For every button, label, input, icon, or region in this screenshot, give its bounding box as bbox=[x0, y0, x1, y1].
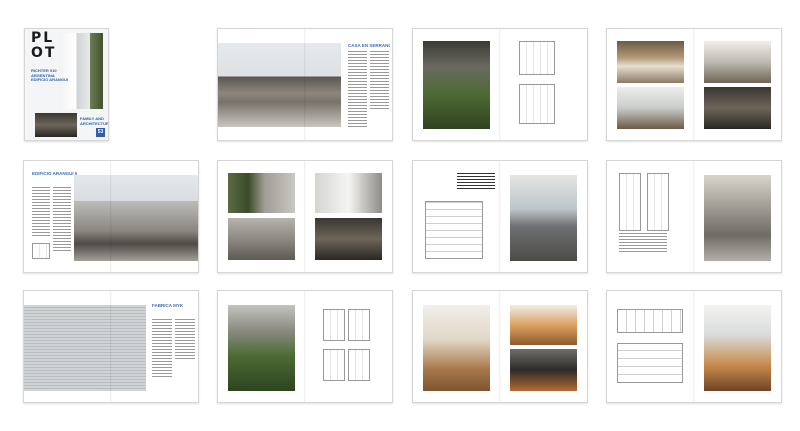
article-title: FABRICA MYK bbox=[152, 303, 184, 308]
interior-photo bbox=[228, 218, 295, 260]
interior-photo bbox=[617, 41, 684, 83]
plan-drawing bbox=[348, 309, 370, 341]
workspace-photo bbox=[510, 305, 577, 345]
spread-patio[interactable] bbox=[217, 290, 393, 403]
article-text bbox=[370, 51, 389, 111]
interior-photo bbox=[704, 305, 771, 391]
spread-casa-serrano[interactable]: CASA EN SERRANO bbox=[217, 28, 393, 141]
workspace-photo bbox=[423, 305, 490, 391]
article-text bbox=[152, 319, 172, 379]
article-text bbox=[457, 173, 495, 191]
magazine-cover[interactable]: PL OT RICHTER 910 ARGENTINA EDIFICIO ARA… bbox=[24, 28, 109, 141]
cover-headline: RICHTER 910 ARGENTINA EDIFICIO ARANGUI bbox=[31, 68, 68, 82]
spread-workspace[interactable] bbox=[412, 290, 588, 403]
elevation-drawing bbox=[619, 173, 641, 231]
article-text bbox=[348, 51, 367, 129]
floor-plan-drawing bbox=[519, 84, 555, 124]
interior-photo bbox=[704, 87, 771, 129]
section-drawing bbox=[617, 309, 683, 333]
cover-photo bbox=[59, 33, 103, 109]
article-text bbox=[619, 233, 667, 253]
floor-plan-drawing bbox=[519, 41, 555, 75]
interior-photo bbox=[704, 41, 771, 83]
article-text bbox=[53, 187, 71, 253]
building-street-photo bbox=[74, 175, 198, 261]
interior-photo bbox=[228, 173, 295, 213]
facade-photo bbox=[704, 175, 771, 261]
street-house-photo bbox=[218, 43, 341, 127]
article-text bbox=[175, 319, 195, 359]
article-title: EDIFICIO ARANGUI 578 bbox=[32, 171, 77, 176]
interior-photo bbox=[617, 87, 684, 129]
spread-facade-detail[interactable] bbox=[606, 160, 782, 273]
spread-section[interactable] bbox=[412, 160, 588, 273]
section-drawing bbox=[617, 343, 683, 383]
issue-number-badge: 53 bbox=[96, 128, 105, 137]
site-plan-drawing bbox=[32, 243, 50, 259]
cover-bottom-photo bbox=[35, 113, 77, 137]
cover-bottom-text: FAMILY AND ARCHITECTURE bbox=[80, 116, 109, 126]
interior-photo bbox=[315, 173, 382, 213]
interior-photo bbox=[315, 218, 382, 260]
section-drawing bbox=[425, 201, 483, 259]
plan-drawing bbox=[348, 349, 370, 381]
spread-courtyard[interactable] bbox=[412, 28, 588, 141]
spread-fabrica[interactable]: FABRICA MYK bbox=[23, 290, 199, 403]
plan-drawing bbox=[323, 349, 345, 381]
elevation-drawing bbox=[647, 173, 669, 231]
spread-interiors[interactable] bbox=[606, 28, 782, 141]
article-title: CASA EN SERRANO bbox=[348, 43, 390, 48]
article-text bbox=[32, 187, 50, 237]
spread-circulation[interactable] bbox=[217, 160, 393, 273]
courtyard-photo bbox=[423, 41, 490, 129]
spread-sections[interactable] bbox=[606, 290, 782, 403]
patio-photo bbox=[228, 305, 295, 391]
mesh-facade-photo bbox=[24, 305, 146, 391]
spread-edificio-arangui[interactable]: EDIFICIO ARANGUI 578 bbox=[23, 160, 199, 273]
cover-logo: PL OT bbox=[31, 30, 57, 61]
interior-window-photo bbox=[510, 175, 577, 261]
plan-drawing bbox=[323, 309, 345, 341]
stair-photo bbox=[510, 349, 577, 391]
